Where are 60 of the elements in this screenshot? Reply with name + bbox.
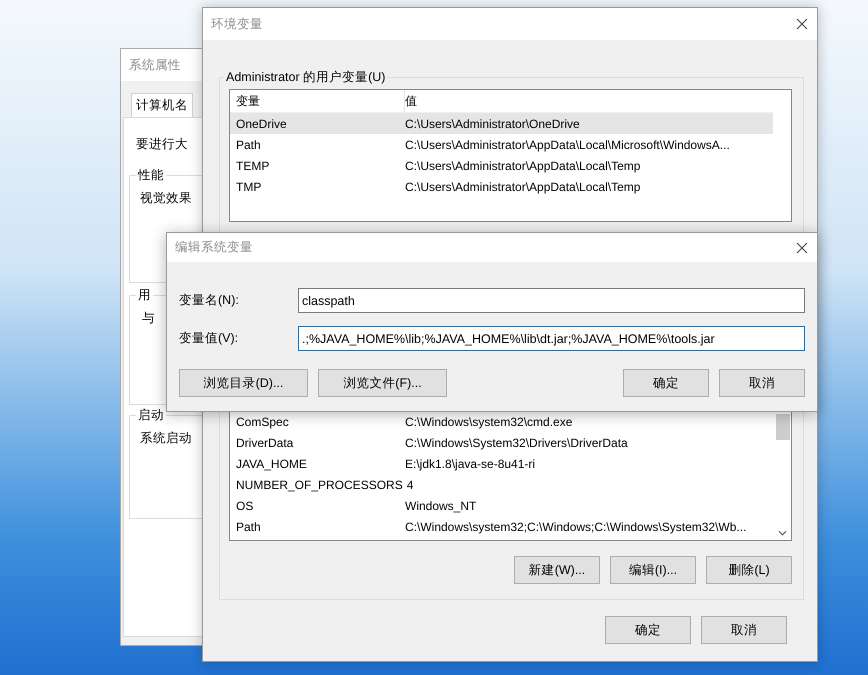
browse-button[interactable]: 浏览文件(F)... [318,369,447,397]
variable-value: C:\Windows\system32;C:\Windows;C:\Windows\System32\Wb... [405,520,746,534]
list-row[interactable]: TMP C:\Users\Administrator\AppData\Local\Temp [230,176,773,197]
list-row[interactable]: Path C:\Users\Administrator\AppData\Local\Microsoft\WindowsA... [230,134,773,155]
list-row[interactable]: TEMP C:\Users\Administrator\AppData\Local\Temp [230,155,773,176]
dialog-button[interactable]: 取消 [701,616,787,644]
variable-value: Windows_NT [405,498,476,512]
dialog-button[interactable]: 取消 [719,369,805,397]
variable-name: ComSpec [235,414,290,428]
browse-button[interactable]: 浏览目录(D)... [179,369,308,397]
variable-name: DriverData [235,436,294,450]
column-header[interactable]: 值 [405,90,417,112]
list-row[interactable]: Path C:\Windows\system32;C:\Windows;C:\Windows\System32\Wb... [230,516,774,537]
close-icon[interactable] [796,242,808,254]
window-title: 编辑系统变量 [175,239,253,256]
list-row[interactable]: DriverData C:\Windows\System32\Drivers\DriverData [230,432,774,453]
tab[interactable]: 计算机名 [131,93,193,117]
field-label: 变量名(N): [179,292,240,309]
variable-value: C:\Users\Administrator\AppData\Local\Temp [405,180,640,194]
variable-name: TMP [235,180,262,194]
group-title: 启动 [136,407,166,424]
dialog-button[interactable]: 编辑(I)... [610,556,696,584]
variable-name: Path [235,520,262,534]
variable-value: C:\Users\Administrator\AppData\Local\Microsoft\WindowsA... [405,138,730,152]
input-field[interactable]: classpath [298,288,805,313]
dialog-button[interactable]: 确定 [623,369,709,397]
chevron-down-icon[interactable] [778,530,787,536]
list-row[interactable]: JAVA_HOME E:\jdk1.8\java-se-8u41-ri [230,453,774,474]
dialog-button[interactable]: 删除(L) [706,556,792,584]
input-field[interactable]: .;%JAVA_HOME%\lib;%JAVA_HOME%\lib\dt.jar;%JAVA_HOME%\tools.jar [298,326,805,351]
variable-value: C:\Users\Administrator\OneDrive [405,116,580,130]
list-row[interactable]: NUMBER_OF_PROCESSORS 4 [230,474,774,495]
group-title: Administrator 的用户变量(U) [224,69,388,86]
window-title: 系统属性 [129,56,181,74]
variable-value: C:\Users\Administrator\AppData\Local\Temp [405,158,640,172]
variable-name: NUMBER_OF_PROCESSORS [235,478,404,492]
scrollbar-thumb[interactable] [776,414,790,440]
variable-name: OneDrive [235,116,288,130]
group-text: 系统启动 [140,430,192,447]
variable-value: E:\jdk1.8\java-se-8u41-ri [405,456,536,470]
group-text: 与 [141,310,155,327]
variable-value: 4 [406,478,414,492]
group-title: 性能 [136,167,166,184]
close-icon[interactable] [796,18,808,30]
dialog-button[interactable]: 新建(W)... [514,556,600,584]
field-label: 变量值(V): [179,330,240,347]
group-text: 视觉效果 [140,190,192,207]
variable-name: JAVA_HOME [235,456,308,470]
window-title: 环境变量 [211,16,263,32]
column-header[interactable]: 变量 [230,90,405,112]
list-row[interactable]: OS Windows_NT [230,495,774,516]
list-row[interactable]: ComSpec C:\Windows\system32\cmd.exe [230,411,774,432]
variable-name: OS [235,498,254,512]
variable-value: C:\Windows\system32\cmd.exe [405,414,572,428]
list-row[interactable]: OneDrive C:\Users\Administrator\OneDrive [230,113,773,134]
dialog-button[interactable]: 确定 [605,616,691,644]
intro-text: 要进行大 [136,136,189,153]
variable-value: C:\Windows\System32\Drivers\DriverData [405,436,628,450]
variable-name: Path [235,138,262,152]
variable-name: TEMP [235,158,270,172]
